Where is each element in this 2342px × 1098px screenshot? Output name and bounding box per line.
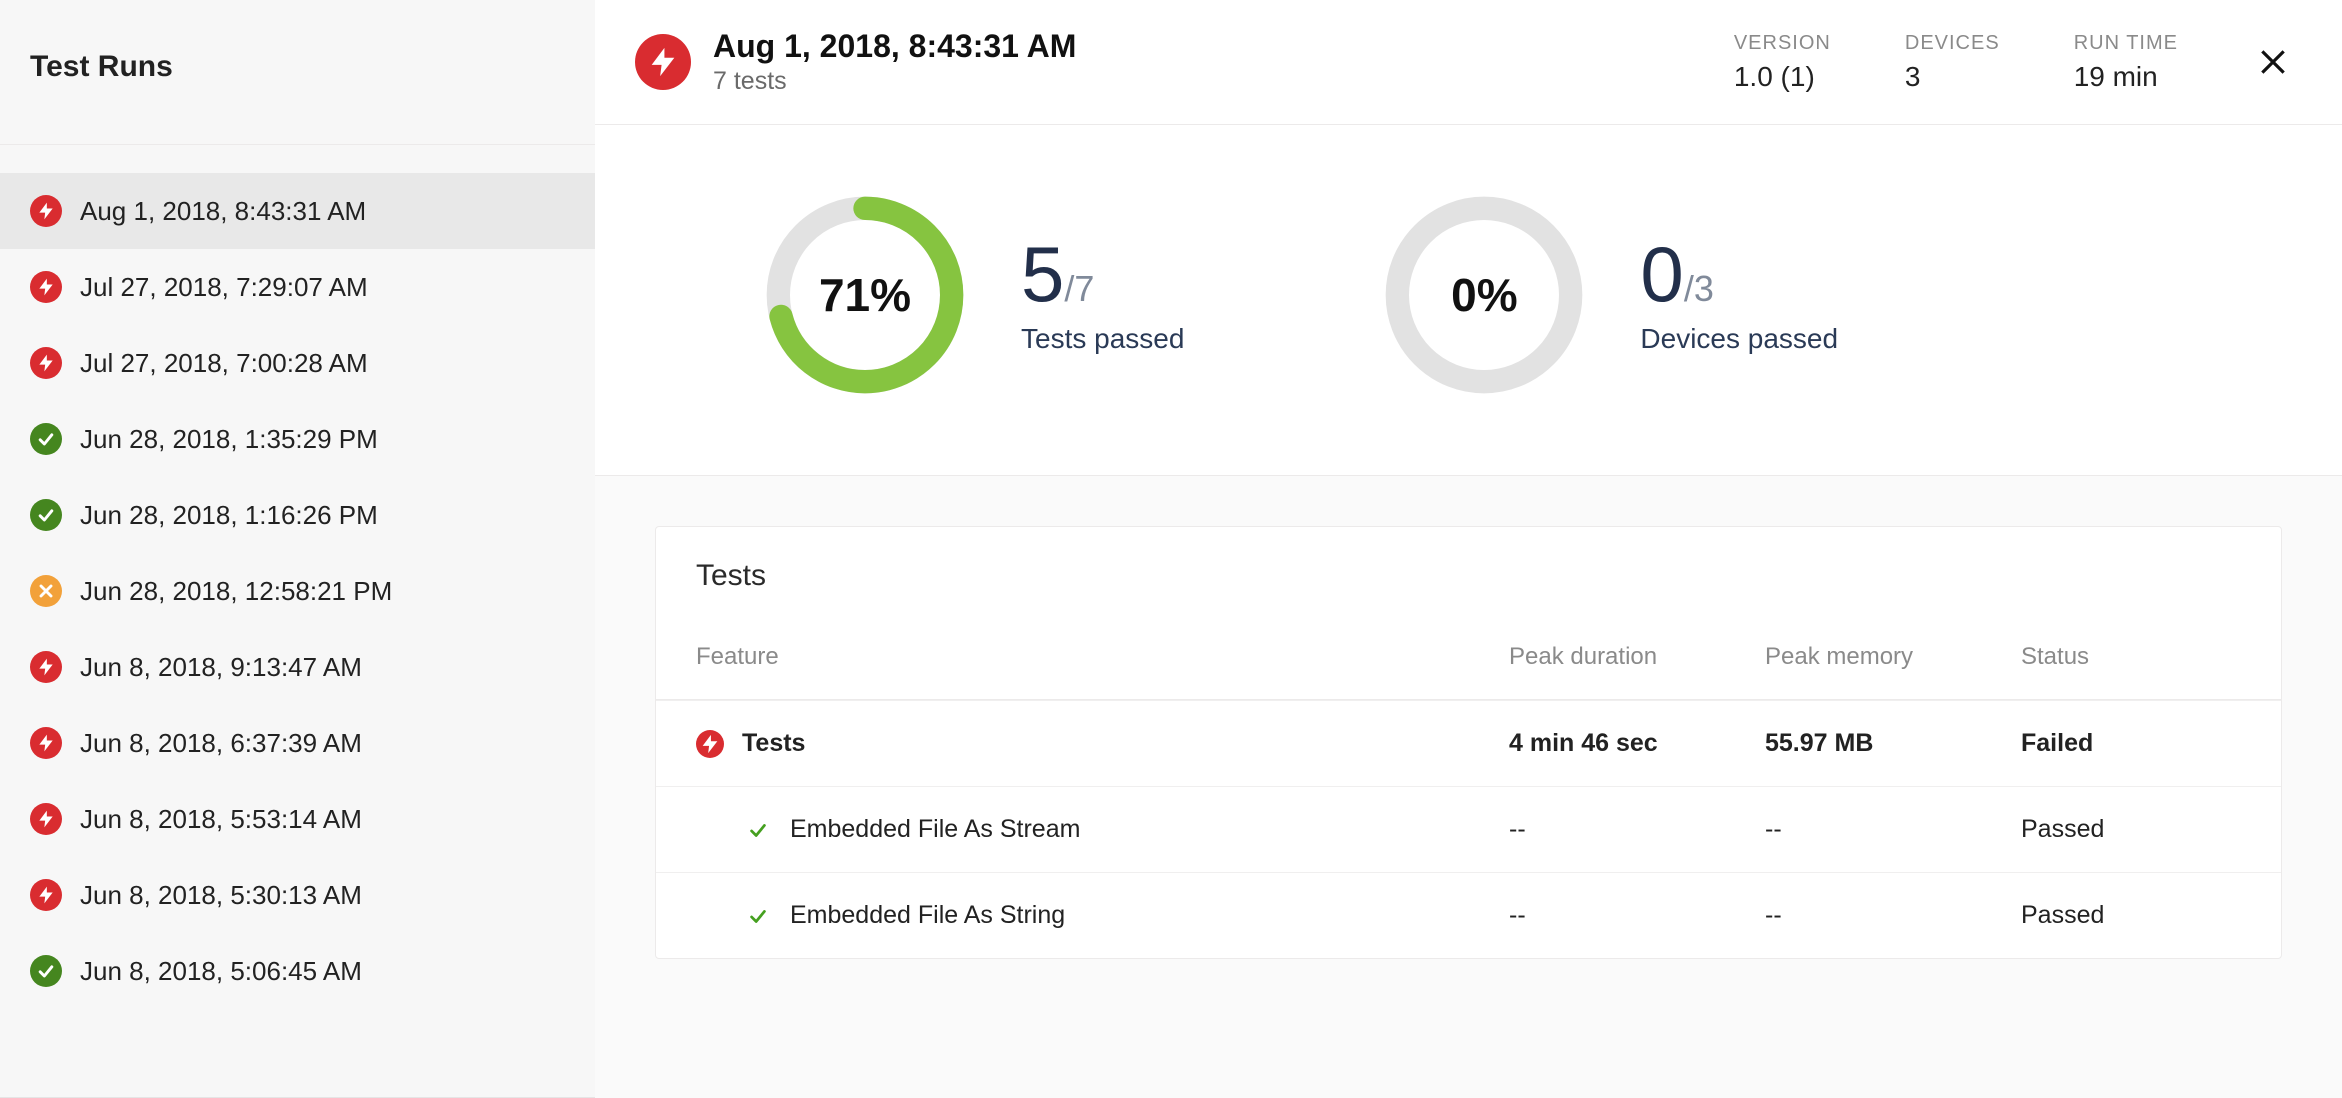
tests-percent-text: 71%: [765, 195, 965, 395]
check-icon: [744, 902, 772, 930]
stat-runtime-value: 19 min: [2074, 61, 2178, 93]
col-peak-memory: Peak memory: [1765, 643, 2021, 671]
run-item-label: Jun 28, 2018, 1:35:29 PM: [80, 424, 378, 455]
run-status-icon: [635, 34, 691, 90]
devices-caption: Devices passed: [1640, 323, 1838, 355]
peak-duration: 4 min 46 sec: [1509, 729, 1765, 758]
table-row[interactable]: Embedded File As Stream----Passed: [656, 786, 2281, 872]
run-item-label: Jun 28, 2018, 1:16:26 PM: [80, 500, 378, 531]
stat-devices-value: 3: [1905, 61, 2000, 93]
check-icon: [30, 955, 62, 987]
tests-card-title: Tests: [656, 527, 2281, 643]
run-item[interactable]: Jun 28, 2018, 12:58:21 PM: [0, 553, 595, 629]
stat-runtime: RUN TIME 19 min: [2074, 32, 2178, 93]
sidebar: Test Runs Aug 1, 2018, 8:43:31 AM Jul 27,…: [0, 0, 595, 1098]
run-item-label: Jun 8, 2018, 9:13:47 AM: [80, 652, 362, 683]
sidebar-title: Test Runs: [30, 50, 565, 84]
peak-memory: 55.97 MB: [1765, 729, 2021, 758]
card-area: Tests Feature Peak duration Peak memory …: [595, 476, 2342, 1098]
bolt-icon: [30, 879, 62, 911]
check-icon: [744, 816, 772, 844]
run-item[interactable]: Jun 28, 2018, 1:35:29 PM: [0, 401, 595, 477]
tests-caption: Tests passed: [1021, 323, 1184, 355]
run-item[interactable]: Jun 8, 2018, 6:37:39 AM: [0, 705, 595, 781]
tests-denominator: /7: [1064, 268, 1094, 309]
run-item-label: Jun 28, 2018, 12:58:21 PM: [80, 576, 392, 607]
run-item[interactable]: Jul 27, 2018, 7:00:28 AM: [0, 325, 595, 401]
col-peak-duration: Peak duration: [1509, 643, 1765, 671]
close-button[interactable]: [2252, 41, 2294, 83]
tests-table-header: Feature Peak duration Peak memory Status: [656, 643, 2281, 700]
run-item-label: Jun 8, 2018, 5:06:45 AM: [80, 956, 362, 987]
tests-passed-gauge: 71% 5/7 Tests passed: [765, 195, 1184, 395]
run-item[interactable]: Jun 8, 2018, 5:06:45 AM: [0, 933, 595, 1009]
check-icon: [30, 423, 62, 455]
devices-numerator: 0: [1640, 230, 1683, 318]
run-title: Aug 1, 2018, 8:43:31 AM: [713, 28, 1076, 65]
run-item[interactable]: Jun 28, 2018, 1:16:26 PM: [0, 477, 595, 553]
topbar: Aug 1, 2018, 8:43:31 AM 7 tests VERSION …: [595, 0, 2342, 125]
main-panel: Aug 1, 2018, 8:43:31 AM 7 tests VERSION …: [595, 0, 2342, 1098]
bolt-icon: [30, 271, 62, 303]
run-item-label: Aug 1, 2018, 8:43:31 AM: [80, 196, 366, 227]
feature-name: Embedded File As String: [790, 901, 1065, 930]
run-item[interactable]: Jun 8, 2018, 5:30:13 AM: [0, 857, 595, 933]
stat-devices-label: DEVICES: [1905, 32, 2000, 55]
run-item[interactable]: Aug 1, 2018, 8:43:31 AM: [0, 173, 595, 249]
bolt-icon: [30, 347, 62, 379]
check-icon: [30, 499, 62, 531]
feature-name: Embedded File As Stream: [790, 815, 1080, 844]
topbar-left: Aug 1, 2018, 8:43:31 AM 7 tests: [635, 28, 1076, 96]
peak-memory: --: [1765, 815, 2021, 844]
run-item[interactable]: Jun 8, 2018, 5:53:14 AM: [0, 781, 595, 857]
devices-denominator: /3: [1684, 268, 1714, 309]
tests-card: Tests Feature Peak duration Peak memory …: [655, 526, 2282, 959]
run-item[interactable]: Jul 27, 2018, 7:29:07 AM: [0, 249, 595, 325]
stat-devices: DEVICES 3: [1905, 32, 2000, 93]
col-feature: Feature: [696, 643, 1509, 671]
run-item-label: Jun 8, 2018, 5:30:13 AM: [80, 880, 362, 911]
bolt-icon: [30, 651, 62, 683]
run-subtitle: 7 tests: [713, 67, 1076, 96]
run-item-label: Jun 8, 2018, 5:53:14 AM: [80, 804, 362, 835]
status-text: Failed: [2021, 729, 2241, 758]
peak-memory: --: [1765, 901, 2021, 930]
status-text: Passed: [2021, 901, 2241, 930]
x-icon: [30, 575, 62, 607]
devices-percent-text: 0%: [1384, 195, 1584, 395]
stat-version-label: VERSION: [1734, 32, 1831, 55]
devices-passed-gauge: 0% 0/3 Devices passed: [1384, 195, 1838, 395]
bolt-icon: [30, 727, 62, 759]
run-list: Aug 1, 2018, 8:43:31 AM Jul 27, 2018, 7:2…: [0, 145, 595, 1009]
topbar-right: VERSION 1.0 (1) DEVICES 3 RUN TIME 19 mi…: [1734, 32, 2294, 93]
run-item[interactable]: Jun 8, 2018, 9:13:47 AM: [0, 629, 595, 705]
table-row[interactable]: Tests 4 min 46 sec55.97 MBFailed: [656, 700, 2281, 786]
peak-duration: --: [1509, 901, 1765, 930]
col-status: Status: [2021, 643, 2241, 671]
tests-numerator: 5: [1021, 230, 1064, 318]
bolt-icon: [696, 730, 724, 758]
status-text: Passed: [2021, 815, 2241, 844]
run-item-label: Jul 27, 2018, 7:00:28 AM: [80, 348, 368, 379]
bolt-icon: [30, 195, 62, 227]
bolt-icon: [30, 803, 62, 835]
stat-version: VERSION 1.0 (1): [1734, 32, 1831, 93]
sidebar-header: Test Runs: [0, 0, 595, 145]
run-item-label: Jun 8, 2018, 6:37:39 AM: [80, 728, 362, 759]
stat-version-value: 1.0 (1): [1734, 61, 1831, 93]
feature-name: Tests: [742, 729, 805, 758]
peak-duration: --: [1509, 815, 1765, 844]
table-row[interactable]: Embedded File As String----Passed: [656, 872, 2281, 958]
run-item-label: Jul 27, 2018, 7:29:07 AM: [80, 272, 368, 303]
summary-row: 71% 5/7 Tests passed 0% 0/3 Devic: [595, 125, 2342, 476]
stat-runtime-label: RUN TIME: [2074, 32, 2178, 55]
